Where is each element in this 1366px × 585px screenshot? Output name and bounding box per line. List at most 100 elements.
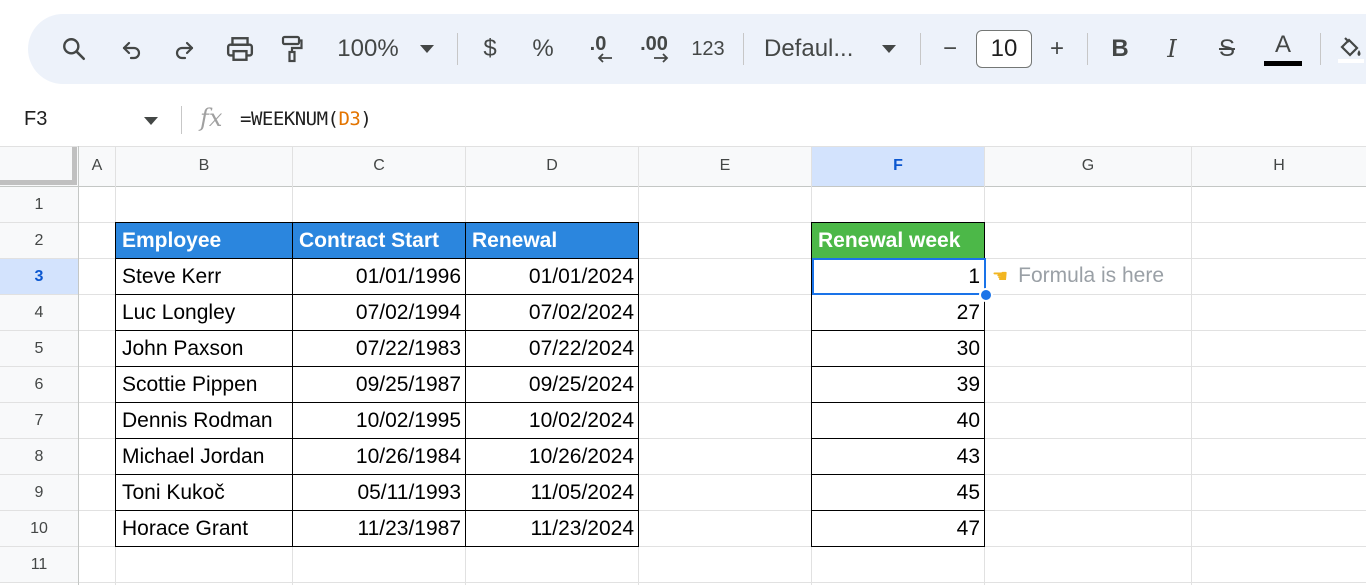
column-header-c[interactable]: C [293, 146, 465, 186]
row-header-9[interactable]: 9 [0, 475, 78, 511]
strikethrough-button[interactable]: S [1212, 14, 1242, 84]
row-header-5[interactable]: 5 [0, 331, 78, 367]
cell-employee[interactable]: Steve Kerr [115, 258, 293, 295]
cell-renewal-week[interactable]: 27 [811, 294, 985, 331]
name-box[interactable]: F3 [24, 108, 47, 131]
row-header-10[interactable]: 10 [0, 511, 78, 547]
toolbar-divider [457, 33, 458, 65]
cell-renewal-week[interactable]: 40 [811, 402, 985, 439]
paint-format-button[interactable] [274, 14, 310, 84]
cell-contract-start[interactable]: 09/25/1987 [292, 366, 466, 403]
increase-decimal-button[interactable]: .00 [634, 14, 674, 84]
row-header-8[interactable]: 8 [0, 439, 78, 475]
row-header-4[interactable]: 4 [0, 295, 78, 331]
redo-button[interactable] [166, 14, 202, 84]
zoom-select[interactable]: 100% [328, 14, 408, 84]
cell-employee[interactable]: Scottie Pippen [115, 366, 293, 403]
increase-font-size-button[interactable]: + [1043, 14, 1071, 84]
more-formats-button[interactable]: 123 [686, 14, 730, 84]
number-format-label: 123 [691, 37, 725, 60]
search-menus-button[interactable] [54, 14, 94, 84]
format-currency-button[interactable]: $ [476, 14, 504, 84]
decrease-decimal-button[interactable]: .0 [580, 14, 616, 84]
cell-contract-start[interactable]: 01/01/1996 [292, 258, 466, 295]
cell-renewal-week[interactable]: 45 [811, 474, 985, 511]
gridline [0, 146, 1366, 147]
cell-renewal[interactable]: 09/25/2024 [465, 366, 639, 403]
frozen-row-handle[interactable] [0, 180, 76, 185]
decrease-decimal-label: .0 [589, 33, 607, 55]
font-value: Defaul... [764, 35, 854, 62]
spreadsheet-grid: A B C D E F G H 1 2 3 4 5 6 7 8 9 10 11 … [0, 146, 1366, 585]
cell-employee[interactable]: Luc Longley [115, 294, 293, 331]
table-header-renewal[interactable]: Renewal [465, 222, 639, 259]
paint-roller-icon [281, 35, 303, 63]
column-header-b[interactable]: B [116, 146, 292, 186]
font-size-input[interactable]: 10 [976, 30, 1032, 68]
cell-renewal[interactable]: 11/23/2024 [465, 510, 639, 547]
cell-renewal[interactable]: 07/22/2024 [465, 330, 639, 367]
cell-renewal[interactable]: 11/05/2024 [465, 474, 639, 511]
active-cell-selection [812, 258, 986, 295]
bold-icon: B [1111, 35, 1129, 62]
print-icon [226, 37, 254, 61]
column-header-d[interactable]: D [466, 146, 638, 186]
cell-renewal[interactable]: 10/02/2024 [465, 402, 639, 439]
increase-decimal-label: .00 [640, 33, 668, 55]
zoom-dropdown-button[interactable] [416, 14, 438, 84]
percent-label: % [532, 35, 554, 62]
cell-contract-start[interactable]: 10/26/1984 [292, 438, 466, 475]
week-table-header[interactable]: Renewal week [811, 222, 985, 259]
text-color-button[interactable]: A [1264, 14, 1302, 84]
print-button[interactable] [220, 14, 260, 84]
font-select[interactable]: Defaul... [764, 14, 864, 84]
column-header-e[interactable]: E [639, 146, 811, 186]
column-header-a[interactable]: A [79, 146, 115, 186]
cell-renewal[interactable]: 10/26/2024 [465, 438, 639, 475]
cell-employee[interactable]: Horace Grant [115, 510, 293, 547]
cell-contract-start[interactable]: 10/02/1995 [292, 402, 466, 439]
table-header-employee[interactable]: Employee [115, 222, 293, 259]
cell-employee[interactable]: Toni Kukoč [115, 474, 293, 511]
cell-contract-start[interactable]: 07/22/1983 [292, 330, 466, 367]
frozen-column-handle[interactable] [72, 146, 77, 185]
caret-down-icon [882, 45, 896, 53]
cell-renewal-week[interactable]: 47 [811, 510, 985, 547]
cell-renewal-week[interactable]: 30 [811, 330, 985, 367]
table-header-contract-start[interactable]: Contract Start [292, 222, 466, 259]
row-header-11[interactable]: 11 [0, 547, 78, 583]
cell-contract-start[interactable]: 07/02/1994 [292, 294, 466, 331]
row-header-3[interactable]: 3 [0, 259, 78, 295]
cell-renewal-week[interactable]: 39 [811, 366, 985, 403]
cell-renewal-week[interactable]: 43 [811, 438, 985, 475]
column-header-f[interactable]: F [812, 146, 984, 186]
column-header-g[interactable]: G [985, 146, 1191, 186]
formula-suffix: ) [360, 108, 372, 130]
cell-employee[interactable]: John Paxson [115, 330, 293, 367]
row-header-6[interactable]: 6 [0, 367, 78, 403]
bold-button[interactable]: B [1106, 14, 1134, 84]
cell-employee[interactable]: Dennis Rodman [115, 402, 293, 439]
cell-contract-start[interactable]: 11/23/1987 [292, 510, 466, 547]
fill-handle[interactable] [979, 288, 993, 302]
format-percent-button[interactable]: % [528, 14, 558, 84]
row-header-2[interactable]: 2 [0, 223, 78, 259]
cell-renewal[interactable]: 01/01/2024 [465, 258, 639, 295]
column-header-h[interactable]: H [1192, 146, 1366, 186]
gridline [0, 186, 1366, 187]
caret-down-icon[interactable] [144, 117, 158, 125]
fill-color-button[interactable] [1334, 14, 1366, 84]
cell-contract-start[interactable]: 05/11/1993 [292, 474, 466, 511]
formula-input[interactable]: =WEEKNUM(D3) [240, 108, 372, 130]
cell-employee[interactable]: Michael Jordan [115, 438, 293, 475]
plus-icon: + [1049, 35, 1064, 62]
undo-button[interactable] [114, 14, 150, 84]
decrease-font-size-button[interactable]: − [936, 14, 964, 84]
currency-label: $ [483, 35, 497, 62]
toolbar-divider [1320, 33, 1321, 65]
row-header-1[interactable]: 1 [0, 187, 78, 223]
cell-renewal[interactable]: 07/02/2024 [465, 294, 639, 331]
italic-button[interactable]: I [1158, 14, 1186, 84]
row-header-7[interactable]: 7 [0, 403, 78, 439]
font-dropdown-button[interactable] [878, 14, 900, 84]
